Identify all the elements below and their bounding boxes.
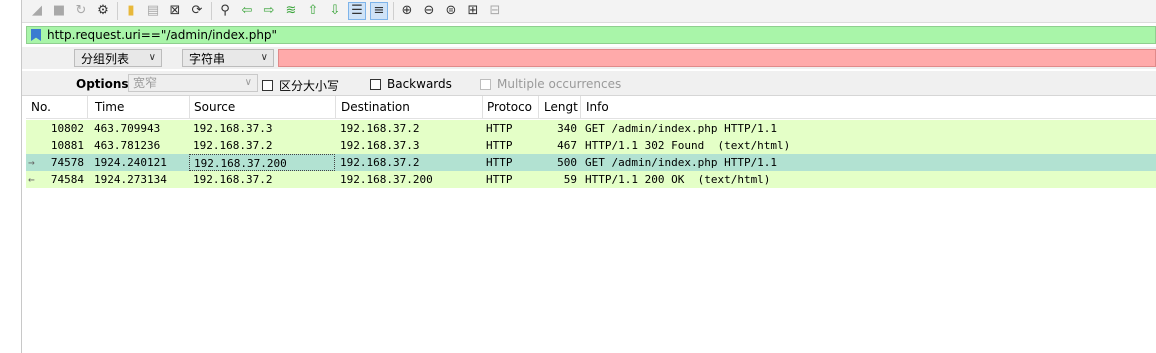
search-input[interactable] xyxy=(278,49,1156,67)
toolbar-separator xyxy=(117,2,118,20)
case-sensitive-label: 区分大小写 xyxy=(279,79,340,93)
search-scope-select[interactable]: 分组列表 ∨ xyxy=(74,49,162,67)
display-filter-input[interactable]: http.request.uri=="/admin/index.php" xyxy=(47,28,277,42)
wireshark-window: ◢ ■ ↻ ⚙ ▮ ▤ ⊠ ⟳ ⚲ ⇦ ⇨ ≋ ⇧ ⇩ ☰ ≡ ⊕ ⊖ ⊜ ⊞ … xyxy=(22,0,1156,353)
forward-icon[interactable]: ⇨ xyxy=(260,2,278,20)
cell-info: HTTP/1.1 200 OK (text/html) xyxy=(585,173,771,186)
checkbox-box xyxy=(480,78,491,90)
colorize-icon[interactable]: ≡ xyxy=(370,2,388,20)
cell-info: GET /admin/index.php HTTP/1.1 xyxy=(585,156,778,169)
autoscroll-icon[interactable]: ☰ xyxy=(348,2,366,20)
last-icon[interactable]: ⇩ xyxy=(326,2,344,20)
column-header-info[interactable]: Info xyxy=(581,96,1156,118)
zoom-in-icon[interactable]: ⊕ xyxy=(398,2,416,20)
close-file-icon[interactable]: ⊠ xyxy=(166,2,184,20)
toolbar-separator xyxy=(393,2,394,20)
multiple-occurrences-label: Multiple occurrences xyxy=(497,77,622,91)
cell-protocol: HTTP xyxy=(486,122,513,135)
cell-source: 192.168.37.200 xyxy=(189,154,335,171)
column-header-protocol[interactable]: Protoco xyxy=(482,96,539,118)
save-icon[interactable]: ▤ xyxy=(144,2,162,20)
cell-length: 59 xyxy=(563,173,577,186)
bookmark-icon[interactable] xyxy=(31,29,41,41)
column-header-length[interactable]: Lengt xyxy=(539,96,581,118)
restart-icon[interactable]: ↻ xyxy=(72,2,90,20)
reload-icon[interactable]: ⟳ xyxy=(188,2,206,20)
cell-time: 463.709943 xyxy=(94,122,161,135)
cell-destination: 192.168.37.2 xyxy=(340,122,420,135)
packet-list-header: No. Time Source Destination Protoco Leng… xyxy=(26,96,1156,119)
layout-icon[interactable]: ⊟ xyxy=(486,2,504,20)
cell-no: 74578 xyxy=(50,156,84,169)
column-header-no[interactable]: No. xyxy=(26,96,88,118)
chevron-down-icon: ∨ xyxy=(260,52,268,63)
cell-protocol: HTTP xyxy=(486,173,513,186)
resize-columns-icon[interactable]: ⊞ xyxy=(464,2,482,20)
cell-length: 467 xyxy=(557,139,577,152)
cell-no: 74584 xyxy=(50,173,84,186)
cell-time: 1924.273134 xyxy=(94,173,167,186)
open-file-icon[interactable]: ▮ xyxy=(122,2,140,20)
cell-time: 463.781236 xyxy=(94,139,161,152)
cell-length: 340 xyxy=(557,122,577,135)
cell-info: HTTP/1.1 302 Found (text/html) xyxy=(585,139,791,152)
search-scope-value: 分组列表 xyxy=(81,51,130,66)
charset-value: 宽窄 xyxy=(133,76,158,90)
packet-list: 10802 463.709943 192.168.37.3 192.168.37.2 H… xyxy=(26,120,1156,188)
chevron-down-icon: ∨ xyxy=(148,52,156,63)
find-icon[interactable]: ⚲ xyxy=(216,2,234,20)
cell-source: 192.168.37.2 xyxy=(193,139,273,152)
cell-destination: 192.168.37.200 xyxy=(340,173,433,186)
display-filter-bar[interactable]: http.request.uri=="/admin/index.php" xyxy=(26,26,1156,44)
options-label: Options: xyxy=(76,77,134,91)
column-header-destination[interactable]: Destination xyxy=(336,96,483,118)
stop-icon[interactable]: ■ xyxy=(50,2,68,20)
find-packet-bar: 分组列表 ∨ 字符串 ∨ xyxy=(22,47,1156,69)
backwards-checkbox[interactable]: Backwards xyxy=(370,77,452,91)
search-type-select[interactable]: 字符串 ∨ xyxy=(182,49,274,67)
goto-icon[interactable]: ≋ xyxy=(282,2,300,20)
column-header-time[interactable]: Time xyxy=(90,96,190,118)
find-options-row: Options: 宽窄 ∨ 区分大小写 Backwards Multiple o… xyxy=(22,71,1156,96)
cell-protocol: HTTP xyxy=(486,156,513,169)
zoom-out-icon[interactable]: ⊖ xyxy=(420,2,438,20)
chevron-down-icon: ∨ xyxy=(244,77,252,88)
cell-source: 192.168.37.2 xyxy=(193,173,273,186)
packet-row[interactable]: 10802 463.709943 192.168.37.3 192.168.37.2 H… xyxy=(26,120,1156,137)
first-icon[interactable]: ⇧ xyxy=(304,2,322,20)
zoom-reset-icon[interactable]: ⊜ xyxy=(442,2,460,20)
packet-row[interactable]: ← 74584 1924.273134 192.168.37.2 192.168.37.… xyxy=(26,171,1156,188)
case-sensitive-checkbox[interactable]: 区分大小写 xyxy=(262,77,339,94)
cell-destination: 192.168.37.2 xyxy=(340,156,420,169)
fin-icon[interactable]: ◢ xyxy=(28,2,46,20)
cell-protocol: HTTP xyxy=(486,139,513,152)
cell-source: 192.168.37.3 xyxy=(193,122,273,135)
checkbox-box[interactable] xyxy=(262,80,273,91)
cell-info: GET /admin/index.php HTTP/1.1 xyxy=(585,122,778,135)
multiple-occurrences-checkbox: Multiple occurrences xyxy=(480,77,621,91)
packet-row[interactable]: 10881 463.781236 192.168.37.2 192.168.37.3 H… xyxy=(26,137,1156,154)
column-header-source[interactable]: Source xyxy=(189,96,336,118)
toolbar-separator xyxy=(211,2,212,20)
back-icon[interactable]: ⇦ xyxy=(238,2,256,20)
packet-row[interactable]: → 74578 1924.240121 192.168.37.200 192.168.3… xyxy=(26,154,1156,171)
search-type-value: 字符串 xyxy=(189,51,226,66)
cell-no: 10802 xyxy=(50,122,84,135)
backwards-label: Backwards xyxy=(387,77,452,91)
cell-destination: 192.168.37.3 xyxy=(340,139,420,152)
main-toolbar: ◢ ■ ↻ ⚙ ▮ ▤ ⊠ ⟳ ⚲ ⇦ ⇨ ≋ ⇧ ⇩ ☰ ≡ ⊕ ⊖ ⊜ ⊞ … xyxy=(22,0,1156,23)
options-icon[interactable]: ⚙ xyxy=(94,2,112,20)
cell-length: 500 xyxy=(557,156,577,169)
cell-time: 1924.240121 xyxy=(94,156,167,169)
left-margin xyxy=(0,0,22,353)
cell-no: 10881 xyxy=(50,139,84,152)
charset-select[interactable]: 宽窄 ∨ xyxy=(128,74,258,92)
checkbox-box[interactable] xyxy=(370,78,381,90)
